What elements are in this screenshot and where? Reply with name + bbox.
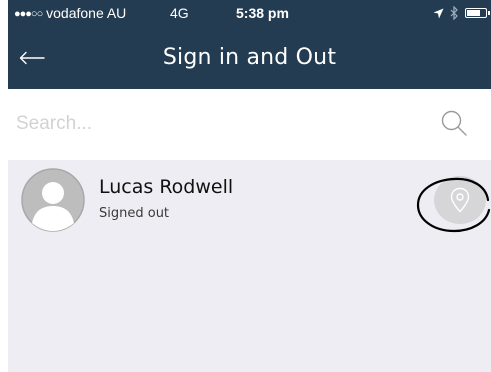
people-list: Lucas Rodwell Signed out [8,160,491,372]
location-arrow-icon [433,8,444,18]
person-silhouette-icon [21,168,85,232]
status-time: 5:38 pm [236,5,289,21]
carrier-info: ●●●○○ vodafone AU [14,5,126,21]
avatar [21,168,85,232]
nav-bar: Sign in and Out [8,26,491,89]
search-input[interactable] [16,107,426,141]
bluetooth-icon [450,6,458,20]
person-name: Lucas Rodwell [99,176,234,198]
carrier-name: vodafone AU [46,5,127,21]
search-bar [8,89,491,160]
signal-strength: ●●●○○ [14,8,43,20]
sign-status: Signed out [99,206,170,221]
status-icons [433,4,490,22]
status-bar: ●●●○○ vodafone AU 4G 5:38 pm [8,0,491,26]
network-type: 4G [170,5,189,21]
battery-icon [465,8,490,18]
search-icon[interactable] [440,109,468,137]
app-screen: ●●●○○ vodafone AU 4G 5:38 pm Sign in and… [8,0,491,372]
location-pin-icon [450,187,470,213]
sign-in-location-button[interactable] [434,176,486,224]
page-title: Sign in and Out [162,45,337,70]
list-item[interactable]: Lucas Rodwell Signed out [8,160,491,250]
